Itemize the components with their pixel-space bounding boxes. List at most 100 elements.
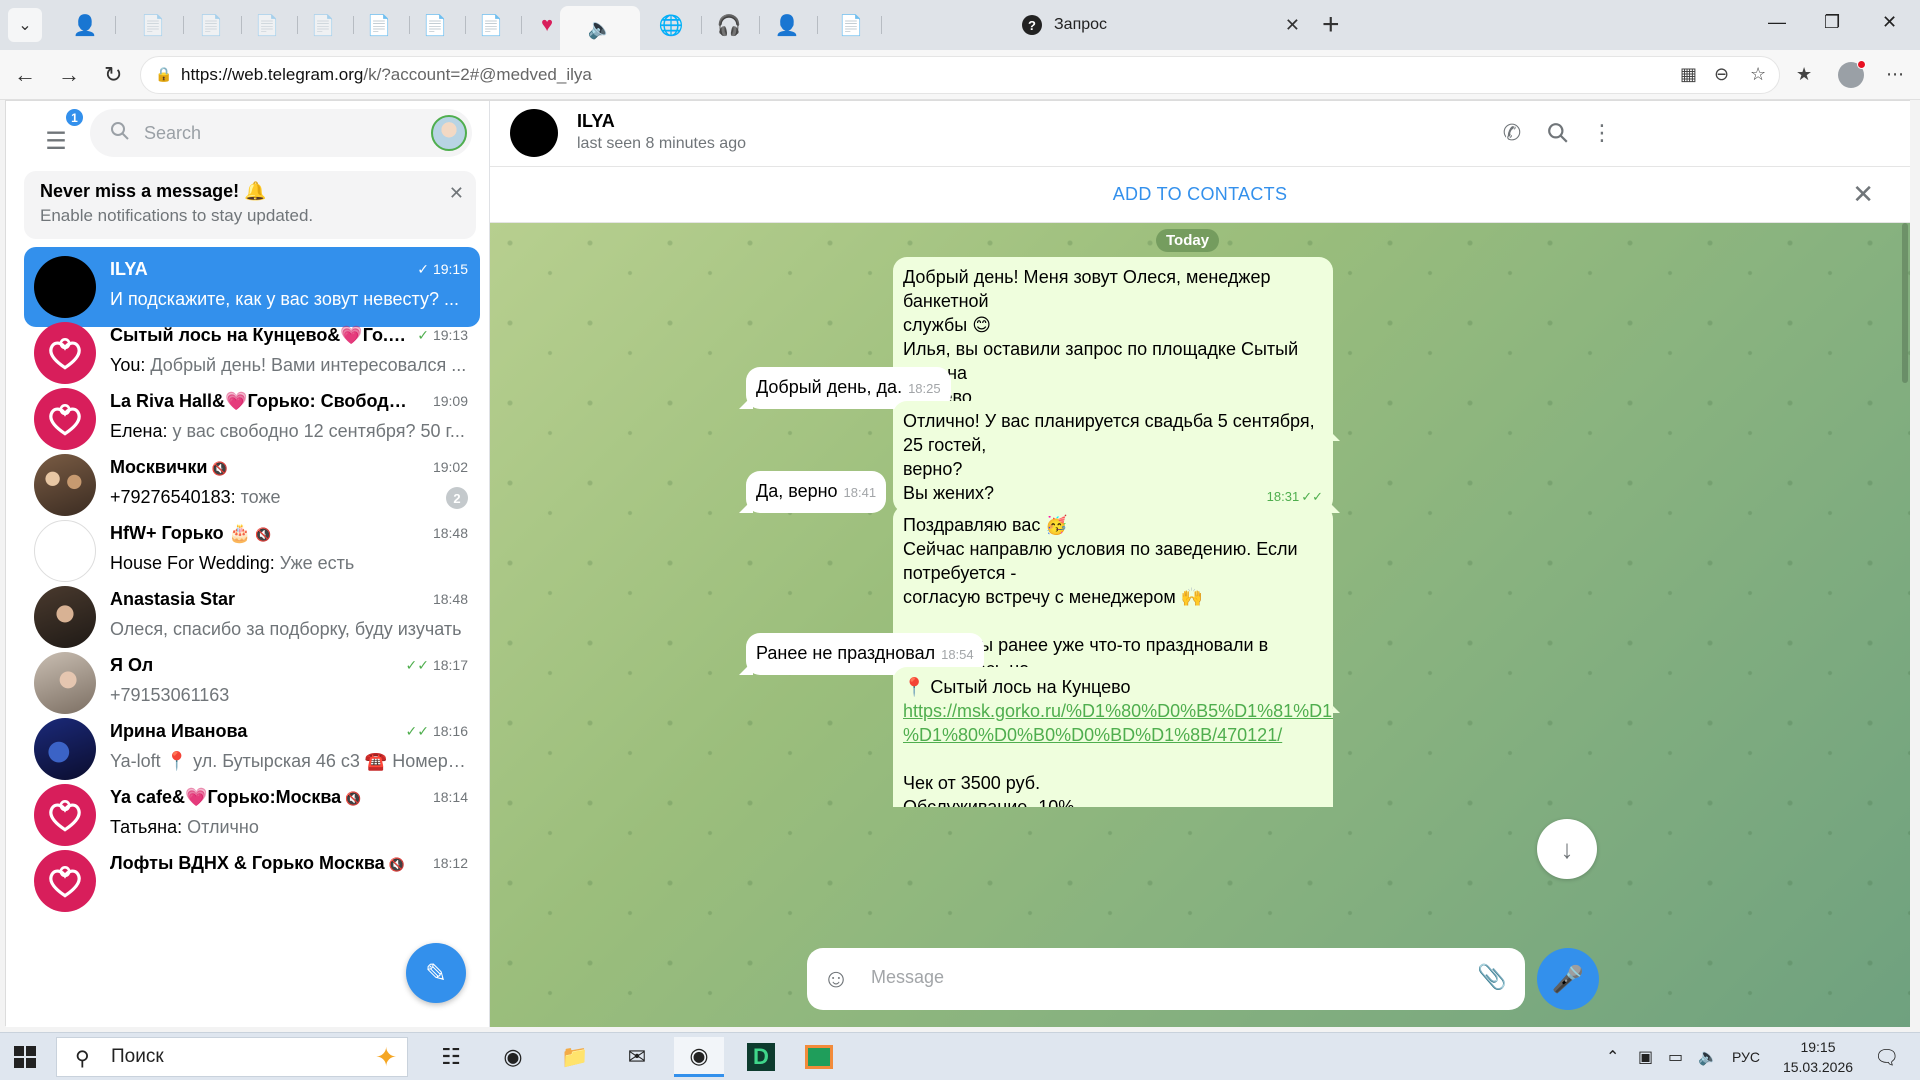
chat-list-item[interactable]: Лофты ВДНХ & Горько Москва 🔇 18:12 <box>24 841 480 921</box>
scroll-to-bottom-button[interactable]: ↓ <box>1537 819 1597 879</box>
headphones-icon: 🎧 <box>716 14 742 37</box>
avatar <box>34 388 96 450</box>
account-avatar[interactable] <box>431 115 467 151</box>
chat-name: La Riva Hall&💗Горько: Свободны...🔇 <box>110 391 410 411</box>
tab-actions-menu-button[interactable]: ⌄ <box>8 8 42 42</box>
notification-banner[interactable]: Never miss a message! 🔔 Enable notificat… <box>24 171 476 239</box>
incoming-message[interactable]: Да, верно 18:41 <box>746 471 887 513</box>
avatar <box>34 718 96 780</box>
message-list[interactable]: Today Добрый день! Меня зовут Олеся, мен… <box>490 223 1910 1027</box>
person-icon: 👤 <box>774 14 800 37</box>
chat-preview: И подскажите, как у вас зовут невесту? .… <box>110 289 460 309</box>
tab-page-4[interactable]: 📄 <box>292 6 354 44</box>
minimize-button[interactable]: — <box>1768 12 1786 33</box>
notifications-icon[interactable]: 🗨 <box>1874 1045 1899 1070</box>
tab-page-6[interactable]: 📄 <box>404 6 466 44</box>
chat-time: 19:09 <box>432 393 468 409</box>
favorites-icon[interactable]: ★ <box>1796 64 1812 85</box>
tab-profile-1[interactable]: 👤 <box>54 6 116 44</box>
add-to-contacts-button[interactable]: ADD TO CONTACTS <box>490 184 1910 205</box>
gorko-logo-icon <box>49 404 81 436</box>
outgoing-message[interactable]: Отлично! У вас планируется свадьба 5 сен… <box>893 401 1333 513</box>
tab-page-1[interactable]: 📄 <box>122 6 184 44</box>
tab-page-8[interactable]: 📄 <box>820 6 882 44</box>
input-language[interactable]: РУС <box>1732 1049 1760 1065</box>
chat-title: ILYA <box>577 111 615 131</box>
url-field[interactable]: 🔒 https://web.telegram.org/k/?account=2#… <box>140 56 1780 94</box>
zoom-icon[interactable]: ⊖ <box>1714 64 1729 85</box>
phone-icon[interactable]: ✆ <box>1498 119 1526 147</box>
close-icon[interactable]: ✕ <box>1852 179 1874 210</box>
heart-icon: ♥ <box>541 13 553 36</box>
system-clock[interactable]: 19:15 15.03.2026 <box>1776 1037 1860 1077</box>
close-tab-icon[interactable]: ✕ <box>1285 15 1300 36</box>
task-view-icon[interactable]: ☷ <box>426 1037 476 1077</box>
tab-page-5[interactable]: 📄 <box>348 6 410 44</box>
new-tab-button[interactable]: + <box>1322 10 1340 40</box>
lock-icon[interactable]: 🔒 <box>155 66 172 83</box>
microphone-button[interactable]: 🎤 <box>1537 948 1599 1010</box>
message-input[interactable]: Message <box>871 967 944 988</box>
camera-icon[interactable]: ▣ <box>1638 1047 1653 1067</box>
gorko-logo-icon <box>49 800 81 832</box>
close-icon[interactable]: ✕ <box>449 183 464 204</box>
document-icon: 📄 <box>422 14 448 37</box>
tab-headphones[interactable]: 🎧 <box>698 6 760 44</box>
message-link[interactable]: https://msk.gorko.ru/%D1%80%D0%B5%D1%81%… <box>903 699 1333 723</box>
browser-menu-icon[interactable]: ⋯ <box>1886 64 1904 85</box>
paperclip-icon[interactable]: 📎 <box>1477 963 1507 992</box>
tab-zapros[interactable]: ? Запрос ✕ <box>1012 6 1312 44</box>
notification-title: Never miss a message! 🔔 <box>40 181 267 201</box>
browser-tab-bar: ⌄ 👤 📄 📄 📄 📄 📄 📄 📄 ♥ 🔈 🌐 🎧 👤 📄 ? Запрос ✕… <box>0 0 1920 50</box>
app-green-icon[interactable] <box>794 1037 844 1077</box>
tab-page-2[interactable]: 📄 <box>180 6 242 44</box>
profile-avatar[interactable] <box>1838 60 1866 88</box>
taskbar-search-label: Поиск <box>111 1046 164 1067</box>
folder-icon[interactable]: 📁 <box>550 1037 600 1077</box>
taskbar-search[interactable]: ⚲ Поиск ✦ <box>56 1037 408 1077</box>
refresh-button[interactable]: ↻ <box>104 62 122 88</box>
back-button[interactable]: ← <box>14 62 36 88</box>
more-options-icon[interactable]: ⋮ <box>1588 119 1616 147</box>
chat-header[interactable]: ILYA last seen 8 minutes ago ✆ ⋮ <box>490 101 1910 167</box>
edge-icon[interactable]: ◉ <box>488 1037 538 1077</box>
restore-button[interactable]: ❐ <box>1824 12 1840 33</box>
date-separator: Today <box>1156 229 1220 252</box>
search-input[interactable]: Search <box>90 109 472 157</box>
chat-preview: Олеся, спасибо за подборку, буду изучать <box>110 619 462 639</box>
mail-icon[interactable]: ✉ <box>612 1037 662 1077</box>
chat-preview: You: Добрый день! Вами интересовался ... <box>110 355 467 375</box>
app-d-icon[interactable]: D <box>736 1037 786 1077</box>
message-link[interactable]: %D1%80%D0%B0%D0%BD%D1%8B/470121/ <box>903 723 1323 747</box>
chat-name: ILYA <box>110 259 148 279</box>
new-message-button[interactable]: ✎ <box>406 943 466 1003</box>
chat-time: 18:14 <box>432 789 468 805</box>
start-button[interactable] <box>14 1046 36 1068</box>
arrow-down-icon: ↓ <box>1560 833 1574 864</box>
smile-icon[interactable]: ☺ <box>821 963 851 993</box>
outgoing-message[interactable]: 📍 Сытый лось на Кунцево https://msk.gorko… <box>893 667 1333 807</box>
message-composer[interactable]: ☺ Message 📎 <box>807 948 1525 1010</box>
muted-icon: 🔇 <box>255 527 272 542</box>
favorite-star-icon[interactable]: ☆ <box>1750 64 1766 85</box>
search-icon[interactable] <box>1544 119 1572 147</box>
chat-time: 18:48 <box>432 525 468 541</box>
battery-icon[interactable]: ▭ <box>1668 1047 1683 1067</box>
chevron-up-icon[interactable]: ⌃ <box>1606 1047 1619 1067</box>
avatar[interactable] <box>510 109 558 157</box>
tab-page-7[interactable]: 📄 <box>460 6 522 44</box>
read-check-icon: ✓✓ <box>405 657 429 673</box>
forward-button[interactable]: → <box>58 62 80 88</box>
url-path: /k/?account=2#@medved_ilya <box>363 65 592 84</box>
tab-profile-2[interactable]: 👤 <box>756 6 818 44</box>
clock-time: 19:15 <box>1800 1039 1836 1055</box>
tab-page-3[interactable]: 📄 <box>236 6 298 44</box>
tab-globe[interactable]: 🌐 <box>640 6 702 44</box>
tab-telegram-active[interactable]: 🔈 <box>560 6 640 50</box>
volume-icon[interactable]: 🔈 <box>1698 1047 1718 1067</box>
close-window-button[interactable]: ✕ <box>1882 12 1897 33</box>
edge-active-icon[interactable]: ◉ <box>674 1037 724 1077</box>
scrollbar[interactable] <box>1902 223 1908 383</box>
app-available-icon[interactable]: ▦ <box>1680 64 1697 85</box>
chat-name: Ya cafe&💗Горько:Москва 🔇 <box>110 787 362 807</box>
